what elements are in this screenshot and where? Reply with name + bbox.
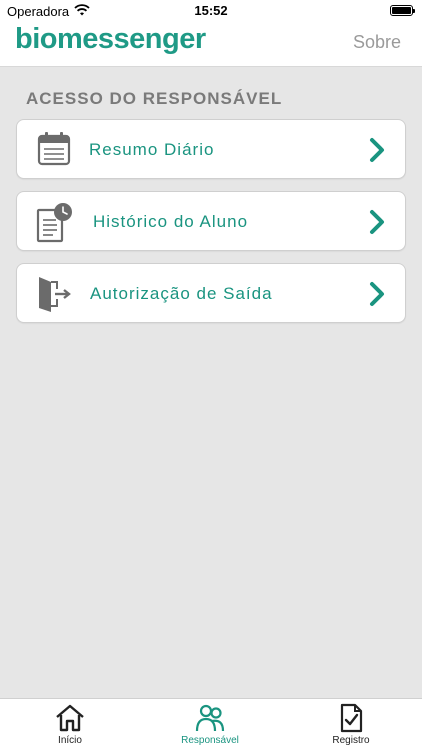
- menu-item-historico-aluno[interactable]: Histórico do Aluno: [16, 191, 406, 251]
- menu-item-autorizacao-saida[interactable]: Autorização de Saída: [16, 263, 406, 323]
- exit-door-icon: [35, 274, 73, 314]
- menu-item-label: Histórico do Aluno: [93, 212, 249, 231]
- chevron-right-icon: [369, 281, 385, 307]
- menu-item-resumo-diario[interactable]: Resumo Diário: [16, 119, 406, 179]
- document-check-icon: [296, 703, 406, 733]
- tab-label: Responsável: [181, 735, 239, 746]
- tab-label: Início: [58, 735, 82, 746]
- nav-bar: biomessenger Sobre: [0, 22, 422, 67]
- menu-item-label: Resumo Diário: [89, 140, 215, 159]
- chevron-right-icon: [369, 137, 385, 163]
- battery-icon: [390, 5, 415, 16]
- app-logo: biomessenger: [15, 23, 206, 55]
- tab-registro[interactable]: Registro: [296, 699, 406, 750]
- status-time: 15:52: [194, 3, 228, 18]
- document-clock-icon: [35, 202, 73, 243]
- tab-bar: Início Responsável Registro: [0, 698, 422, 750]
- calendar-icon: [35, 130, 73, 170]
- about-button[interactable]: Sobre: [353, 32, 401, 53]
- status-bar: Operadora 15:52: [0, 0, 422, 22]
- people-icon: [155, 703, 265, 733]
- section-title: ACESSO DO RESPONSÁVEL: [26, 89, 283, 108]
- tab-label: Registro: [332, 735, 370, 746]
- chevron-right-icon: [369, 209, 385, 235]
- home-icon: [15, 703, 125, 733]
- tab-responsavel[interactable]: Responsável: [155, 699, 265, 750]
- tab-inicio[interactable]: Início: [15, 699, 125, 750]
- menu-item-label: Autorização de Saída: [90, 284, 273, 303]
- app-screen: Operadora 15:52 biomessenger Sobre ACESS…: [0, 0, 422, 750]
